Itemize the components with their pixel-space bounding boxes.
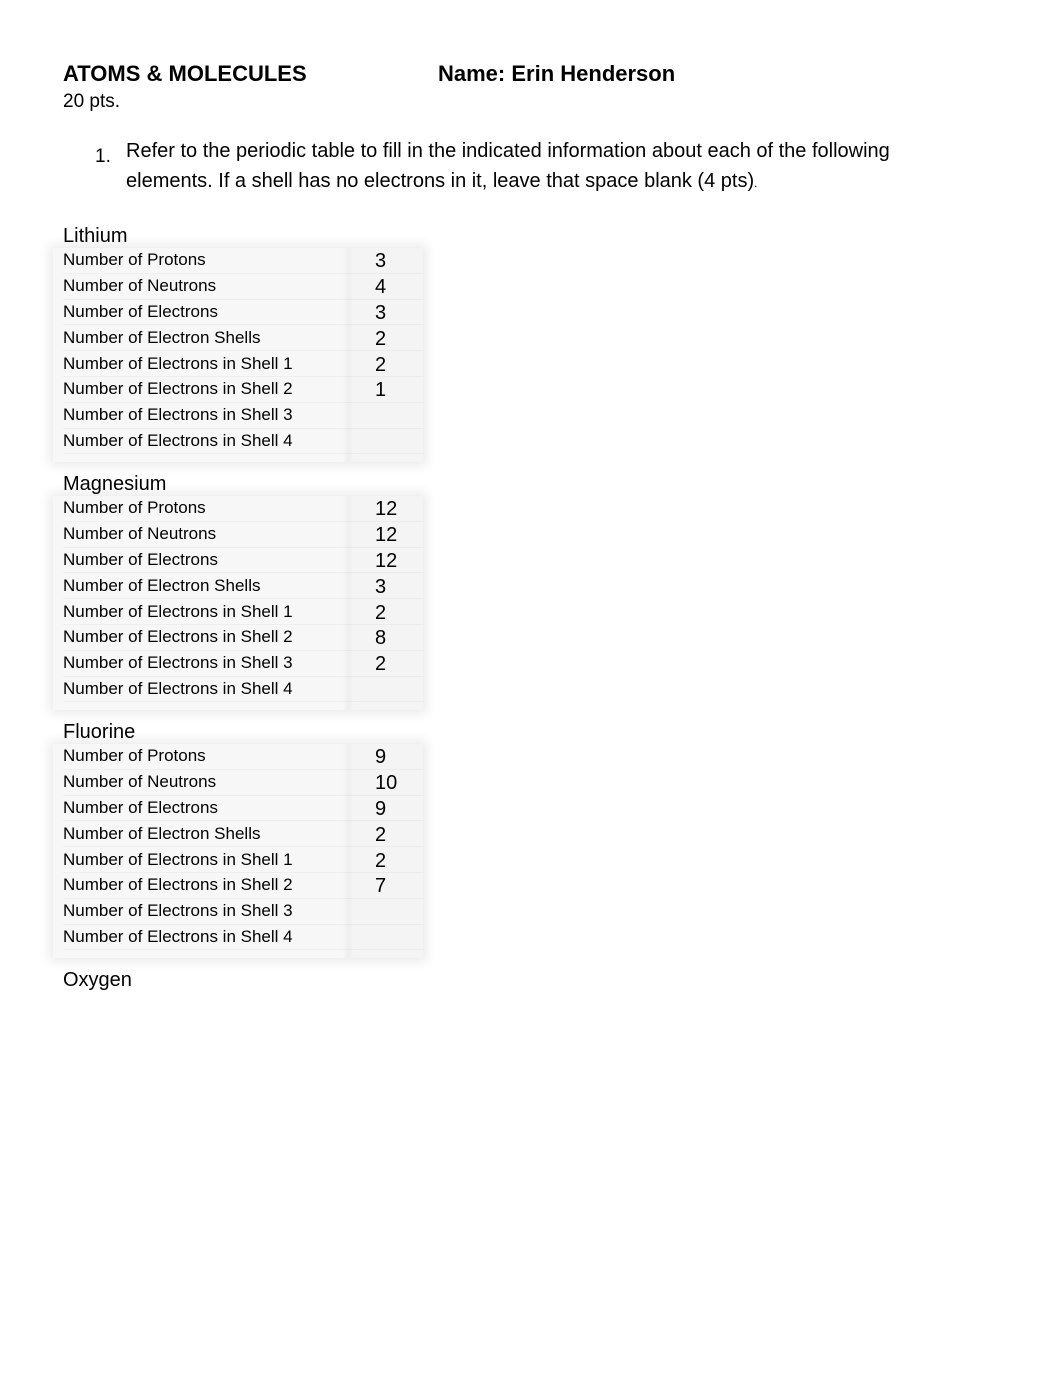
row-label: Number of Electron Shells	[63, 575, 261, 595]
row-label: Number of Electrons	[63, 301, 218, 321]
element-section-fluorine: Fluorine Number of Protons 9 Number of Ne…	[53, 720, 423, 959]
table-row: Number of Electrons in Shell 1 2	[63, 599, 423, 625]
row-label: Number of Electrons in Shell 4	[63, 678, 293, 698]
row-label: Number of Electron Shells	[63, 823, 261, 843]
table-row: Number of Neutrons 10	[63, 770, 423, 796]
row-label: Number of Neutrons	[63, 276, 217, 296]
row-value[interactable]: 2	[375, 847, 386, 873]
table-row: Number of Neutrons 12	[63, 522, 423, 548]
row-label: Number of Electrons	[63, 549, 218, 569]
row-value[interactable]: 2	[375, 325, 386, 351]
table-row: Number of Electrons in Shell 1 2	[63, 351, 423, 377]
table-row: Number of Electrons in Shell 4	[63, 677, 423, 703]
row-label: Number of Electrons in Shell 2	[63, 379, 293, 399]
table-row: Number of Electrons in Shell 1 2	[63, 847, 423, 873]
element-table: Number of Protons 3 Number of Neutrons 4 N…	[53, 248, 423, 463]
element-table: Number of Protons 12 Number of Neutrons 12…	[53, 496, 423, 711]
question-body: Refer to the periodic table to fill in t…	[126, 140, 890, 192]
table-row: Number of Electron Shells 2	[63, 325, 423, 351]
row-label: Number of Electrons in Shell 3	[63, 653, 293, 673]
question-text: Refer to the periodic table to fill in t…	[126, 136, 946, 198]
row-label: Number of Protons	[63, 250, 206, 270]
element-section-oxygen: Oxygen	[63, 968, 423, 992]
row-label: Number of Electrons in Shell 2	[63, 875, 293, 895]
row-value[interactable]: 4	[375, 273, 386, 299]
row-value[interactable]: 1	[375, 376, 386, 402]
table-row: Number of Protons 12	[63, 496, 423, 522]
student-name: Name: Erin Henderson	[438, 61, 676, 86]
table-row: Number of Electrons in Shell 2 7	[63, 873, 423, 899]
row-value[interactable]: 8	[375, 624, 386, 650]
total-points: 20 pts.	[63, 91, 121, 112]
row-label: Number of Electrons in Shell 4	[63, 430, 293, 450]
row-label: Number of Neutrons	[63, 772, 217, 792]
row-label: Number of Electrons in Shell 2	[63, 627, 293, 647]
table-row: Number of Electron Shells 2	[63, 821, 423, 847]
question-number: 1.	[95, 146, 111, 167]
table-row: Number of Neutrons 4	[63, 274, 423, 300]
row-value[interactable]: 12	[375, 495, 397, 521]
table-row: Number of Electrons in Shell 4	[63, 925, 423, 951]
row-label: Number of Electrons in Shell 4	[63, 926, 293, 946]
table-row: Number of Electrons in Shell 2 8	[63, 625, 423, 651]
table-row: Number of Electrons in Shell 2 1	[63, 377, 423, 403]
row-value[interactable]: 3	[375, 299, 386, 325]
row-label: Number of Electrons in Shell 1	[63, 601, 293, 621]
worksheet-title: ATOMS & MOLECULES	[63, 61, 307, 86]
row-label: Number of Electrons	[63, 797, 218, 817]
table-row: Number of Electron Shells 3	[63, 573, 423, 599]
element-name: Oxygen	[63, 969, 132, 991]
row-label: Number of Electron Shells	[63, 327, 261, 347]
row-label: Number of Protons	[63, 498, 206, 518]
table-row: Number of Electrons 9	[63, 796, 423, 822]
question-trailing-mark: .	[754, 176, 758, 190]
element-section-lithium: Lithium Number of Protons 3 Number of Neu…	[53, 224, 423, 463]
table-row: Number of Electrons 3	[63, 300, 423, 326]
element-name: Magnesium	[63, 473, 167, 495]
table-row: Number of Electrons 12	[63, 548, 423, 574]
row-label: Number of Electrons in Shell 3	[63, 901, 293, 921]
row-value[interactable]: 2	[375, 351, 386, 377]
table-row: Number of Protons 9	[63, 744, 423, 770]
element-name: Lithium	[63, 225, 128, 247]
row-value[interactable]: 9	[375, 743, 386, 769]
row-value[interactable]: 2	[375, 599, 386, 625]
row-value[interactable]: 2	[375, 821, 386, 847]
row-value[interactable]: 3	[375, 573, 386, 599]
table-row: Number of Electrons in Shell 3	[63, 899, 423, 925]
table-row: Number of Electrons in Shell 3 2	[63, 651, 423, 677]
row-value[interactable]: 10	[375, 769, 397, 795]
row-label: Number of Neutrons	[63, 524, 217, 544]
table-row: Number of Protons 3	[63, 248, 423, 274]
row-label: Number of Protons	[63, 746, 206, 766]
row-value[interactable]: 12	[375, 521, 397, 547]
row-value[interactable]: 12	[375, 547, 397, 573]
row-label: Number of Electrons in Shell 1	[63, 849, 293, 869]
element-name: Fluorine	[63, 721, 136, 743]
row-value[interactable]: 2	[375, 650, 386, 676]
table-row: Number of Electrons in Shell 4	[63, 429, 423, 455]
row-value[interactable]: 3	[375, 247, 386, 273]
row-label: Number of Electrons in Shell 3	[63, 405, 293, 425]
row-value[interactable]: 9	[375, 795, 386, 821]
element-table: Number of Protons 9 Number of Neutrons 10 …	[53, 744, 423, 959]
table-row: Number of Electrons in Shell 3	[63, 403, 423, 429]
element-section-magnesium: Magnesium Number of Protons 12 Number of …	[53, 472, 423, 711]
row-label: Number of Electrons in Shell 1	[63, 353, 293, 373]
row-value[interactable]: 7	[375, 872, 386, 898]
